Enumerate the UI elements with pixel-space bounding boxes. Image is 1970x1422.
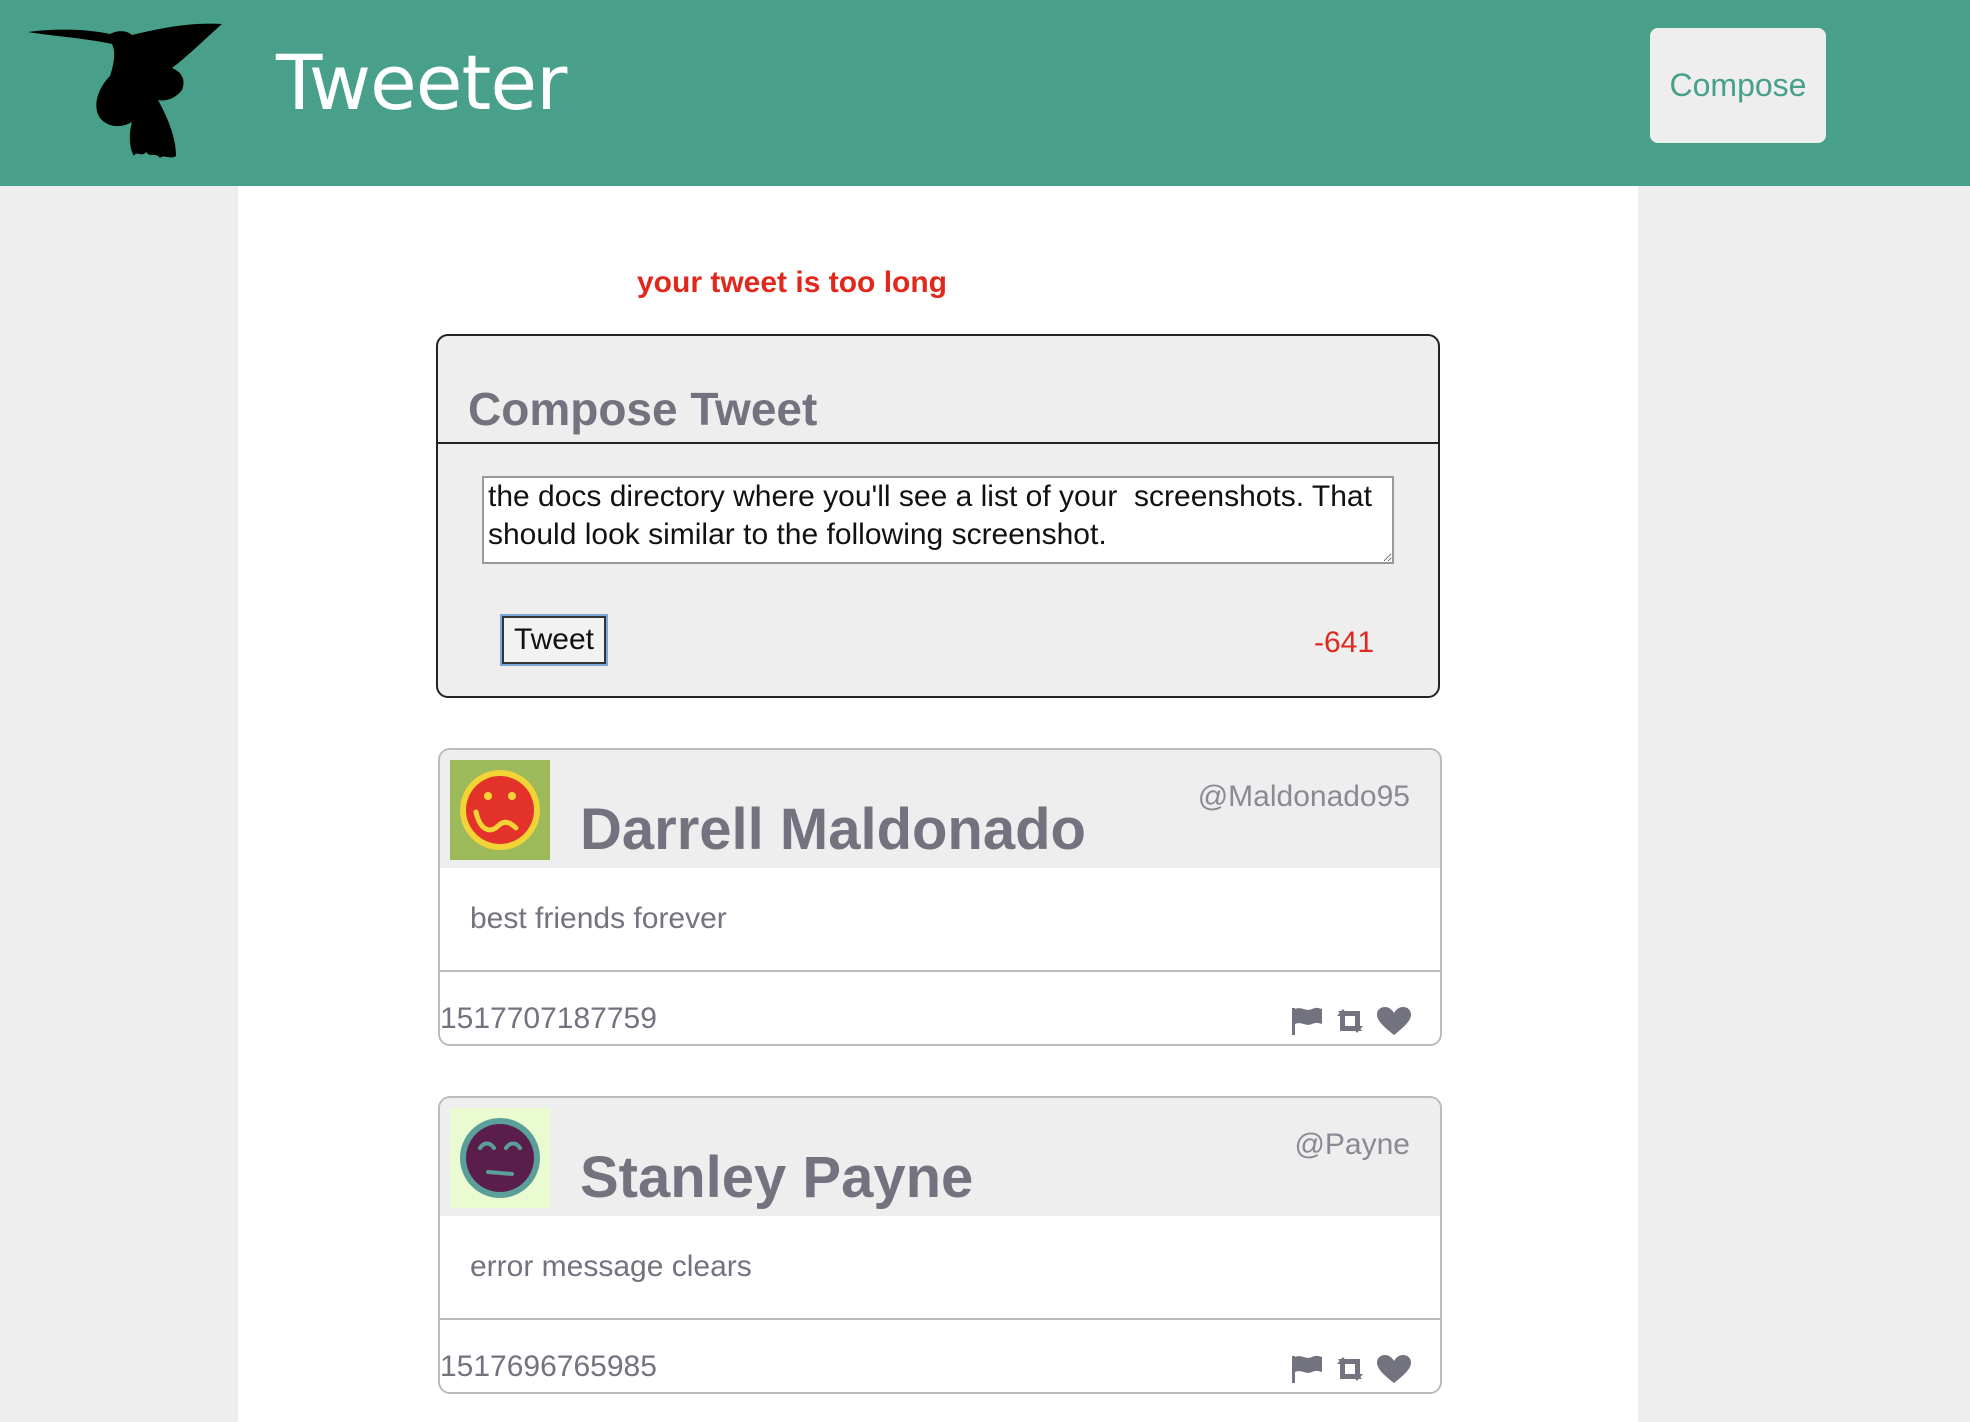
compose-tweet-box: Compose Tweet the docs directory where y… [436, 334, 1440, 698]
tweet-content: error message clears [470, 1250, 752, 1283]
tweet-submit-button[interactable]: Tweet [500, 614, 608, 666]
retweet-icon[interactable] [1332, 1354, 1368, 1384]
compose-button[interactable]: Compose [1650, 28, 1826, 143]
user-name: Stanley Payne [580, 1145, 974, 1210]
tweet-card: Darrell Maldonado @Maldonado95 best frie… [438, 748, 1442, 1046]
brand-title: Tweeter [276, 38, 567, 127]
main-container: your tweet is too long Compose Tweet the… [238, 186, 1638, 1422]
tweet-header: Darrell Maldonado @Maldonado95 [440, 750, 1440, 868]
flag-icon[interactable] [1290, 1354, 1324, 1384]
heart-icon[interactable] [1376, 1006, 1412, 1036]
heart-icon[interactable] [1376, 1354, 1412, 1384]
tweet-header: Stanley Payne @Payne [440, 1098, 1440, 1216]
compose-divider [438, 442, 1438, 444]
smiley-avatar-icon [450, 1108, 550, 1208]
flag-icon[interactable] [1290, 1006, 1324, 1036]
tweet-actions [1290, 1006, 1420, 1036]
tweet-textarea[interactable]: the docs directory where you'll see a li… [482, 476, 1394, 564]
tweet-content: best friends forever [470, 902, 727, 935]
user-handle: @Payne [1294, 1128, 1410, 1161]
nav-bar: Tweeter Compose [0, 0, 1970, 186]
character-counter: -641 [1313, 626, 1374, 659]
error-message: your tweet is too long [637, 266, 948, 299]
tweet-actions [1290, 1354, 1420, 1384]
hummingbird-icon [28, 23, 222, 159]
smiley-avatar-icon [450, 760, 550, 860]
compose-title: Compose Tweet [468, 383, 818, 435]
retweet-icon[interactable] [1332, 1006, 1368, 1036]
tweet-divider [440, 970, 1440, 972]
user-handle: @Maldonado95 [1197, 780, 1410, 813]
tweet-timestamp: 1517696765985 [440, 1350, 657, 1383]
tweet-divider [440, 1318, 1440, 1320]
tweet-card: Stanley Payne @Payne error message clear… [438, 1096, 1442, 1394]
tweet-timestamp: 1517707187759 [440, 1002, 657, 1035]
user-name: Darrell Maldonado [580, 797, 1086, 862]
